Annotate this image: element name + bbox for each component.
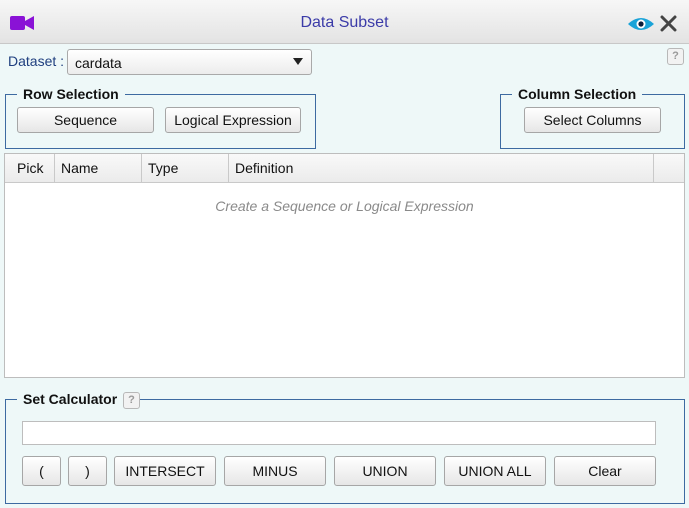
close-paren-button[interactable]: ) xyxy=(68,456,107,486)
grid-header: Pick Name Type Definition xyxy=(5,154,684,183)
window-title: Data Subset xyxy=(300,14,389,31)
definitions-grid: Pick Name Type Definition Create a Seque… xyxy=(4,153,685,378)
column-header-definition[interactable]: Definition xyxy=(229,154,654,182)
dataset-select[interactable]: cardata xyxy=(67,49,312,75)
open-paren-button[interactable]: ( xyxy=(22,456,61,486)
column-selection-legend: Column Selection xyxy=(512,86,643,102)
help-button[interactable]: ? xyxy=(667,48,684,65)
dataset-label: Dataset : xyxy=(8,53,65,69)
column-header-type[interactable]: Type xyxy=(142,154,229,182)
set-calculator-help-button[interactable]: ? xyxy=(123,392,140,409)
intersect-button[interactable]: INTERSECT xyxy=(114,456,216,486)
grid-empty-message: Create a Sequence or Logical Expression xyxy=(215,198,474,214)
set-calculator-legend: Set Calculator xyxy=(17,391,124,407)
title-bar: Data Subset xyxy=(0,0,689,44)
select-columns-button[interactable]: Select Columns xyxy=(524,107,661,133)
column-header-name[interactable]: Name xyxy=(55,154,142,182)
logical-expression-button[interactable]: Logical Expression xyxy=(165,107,301,133)
eye-icon[interactable] xyxy=(627,16,655,32)
column-header-pick[interactable]: Pick xyxy=(5,154,55,182)
chevron-down-icon xyxy=(293,58,303,65)
union-all-button[interactable]: UNION ALL xyxy=(444,456,546,486)
sequence-button[interactable]: Sequence xyxy=(17,107,154,133)
set-calculator-group: Set Calculator xyxy=(5,391,685,504)
dataset-selected-value: cardata xyxy=(75,55,122,71)
minus-button[interactable]: MINUS xyxy=(224,456,326,486)
set-expression-input[interactable] xyxy=(22,421,656,445)
clear-button[interactable]: Clear xyxy=(554,456,656,486)
union-button[interactable]: UNION xyxy=(334,456,436,486)
close-icon[interactable] xyxy=(660,15,677,32)
row-selection-legend: Row Selection xyxy=(17,86,125,102)
